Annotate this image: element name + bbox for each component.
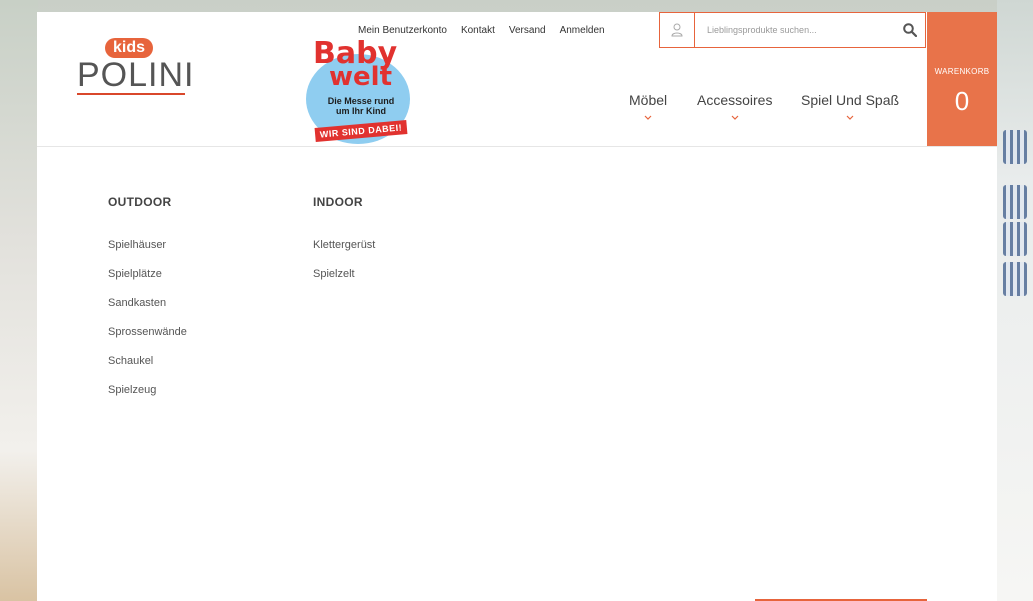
menu-item-spielzelt[interactable]: Spielzelt — [313, 268, 375, 297]
background-right — [997, 0, 1033, 601]
site-header: kids POLINI Baby welt Die Messe rund um … — [37, 12, 997, 147]
background-left — [0, 0, 38, 601]
background-decor — [1003, 222, 1027, 256]
page-panel: kids POLINI Baby welt Die Messe rund um … — [37, 12, 997, 601]
search-box — [694, 12, 926, 48]
search-button[interactable] — [895, 23, 925, 37]
badge-title-welt: welt — [329, 62, 392, 92]
nav-moebel-label: Möbel — [629, 92, 668, 108]
nav-spiel-und-spass[interactable]: Spiel Und Spaß — [801, 92, 899, 122]
menu-heading-outdoor: OUTDOOR — [108, 195, 172, 209]
link-contact[interactable]: Kontakt — [461, 25, 495, 36]
nav-spiel-label: Spiel Und Spaß — [801, 92, 900, 108]
menu-item-spielplaetze[interactable]: Spielplätze — [108, 268, 187, 297]
menu-item-klettergeruest[interactable]: Klettergerüst — [313, 239, 375, 268]
menu-item-sandkasten[interactable]: Sandkasten — [108, 297, 187, 326]
user-icon — [671, 23, 683, 37]
link-login[interactable]: Anmelden — [560, 25, 605, 36]
cart-count: 0 — [954, 86, 970, 116]
menu-item-schaukel[interactable]: Schaukel — [108, 355, 187, 384]
link-account[interactable]: Mein Benutzerkonto — [358, 25, 447, 36]
search-icon — [903, 23, 917, 37]
nav-accessoires-label: Accessoires — [697, 92, 773, 108]
chevron-down-icon — [731, 115, 739, 120]
menu-column-indoor: INDOOR Klettergerüst Spielzelt — [313, 195, 375, 297]
background-decor — [1003, 262, 1027, 296]
nav-accessoires[interactable]: Accessoires — [697, 92, 772, 122]
menu-item-spielhaeuser[interactable]: Spielhäuser — [108, 239, 187, 268]
polini-logo[interactable]: kids POLINI — [77, 38, 195, 95]
chevron-down-icon — [644, 115, 652, 120]
menu-heading-indoor: INDOOR — [313, 195, 363, 209]
search-input[interactable] — [705, 24, 895, 36]
logo-kids: kids — [105, 38, 153, 58]
link-shipping[interactable]: Versand — [509, 25, 546, 36]
background-decor — [1003, 130, 1027, 164]
logo-brand: POLINI — [77, 56, 195, 94]
background-decor — [1003, 185, 1027, 219]
menu-column-outdoor: OUTDOOR Spielhäuser Spielplätze Sandkast… — [108, 195, 187, 413]
nav-moebel[interactable]: Möbel — [629, 92, 667, 122]
account-button[interactable] — [659, 12, 694, 48]
menu-item-spielzeug[interactable]: Spielzeug — [108, 384, 187, 413]
top-links: Mein Benutzerkonto Kontakt Versand Anmel… — [358, 25, 605, 36]
menu-item-sprossenwaende[interactable]: Sprossenwände — [108, 326, 187, 355]
chevron-down-icon — [846, 115, 854, 120]
badge-tagline: Die Messe rund um Ihr Kind — [327, 96, 395, 116]
cart-label: WARENKORB — [934, 67, 990, 76]
cart-button[interactable]: WARENKORB 0 — [927, 12, 997, 146]
babywelt-badge[interactable]: Baby welt Die Messe rund um Ihr Kind WIR… — [305, 39, 411, 146]
